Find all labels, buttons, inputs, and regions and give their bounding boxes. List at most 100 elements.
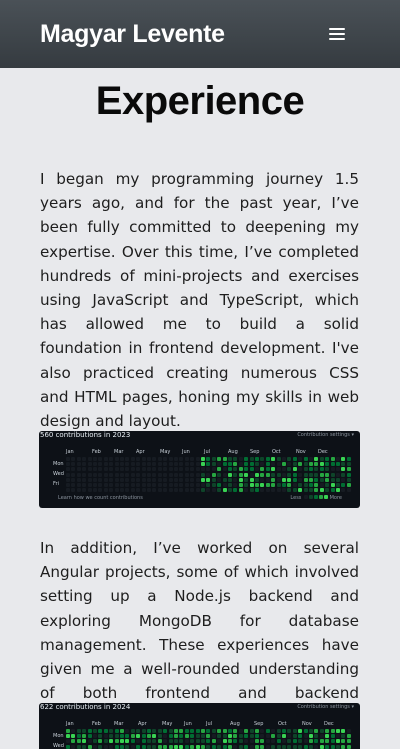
contribution-cell[interactable]	[184, 488, 189, 493]
contribution-cell[interactable]	[206, 467, 211, 472]
contribution-cell[interactable]	[168, 744, 173, 749]
contribution-cell[interactable]	[152, 462, 157, 467]
contribution-cell[interactable]	[201, 734, 205, 739]
contribution-cell[interactable]	[217, 744, 222, 749]
contribution-cell[interactable]	[98, 477, 103, 482]
contribution-cell[interactable]	[314, 744, 319, 749]
contribution-cell[interactable]	[303, 744, 308, 749]
contribution-cell[interactable]	[228, 483, 232, 487]
contribution-cell[interactable]	[174, 467, 178, 472]
contribution-cell[interactable]	[184, 734, 189, 739]
contribution-cell[interactable]	[287, 477, 292, 482]
contribution-cell[interactable]	[265, 462, 270, 467]
contribution-cell[interactable]	[228, 467, 232, 472]
contribution-cell[interactable]	[233, 483, 238, 487]
contribution-cell[interactable]	[260, 739, 265, 744]
contribution-cell[interactable]	[147, 467, 151, 472]
contribution-cell[interactable]	[179, 462, 184, 467]
contribution-cell[interactable]	[190, 739, 195, 744]
contribution-cell[interactable]	[282, 467, 286, 472]
contribution-cell[interactable]	[168, 457, 173, 461]
contribution-cell[interactable]	[190, 729, 195, 733]
contribution-cell[interactable]	[195, 729, 200, 733]
contribution-cell[interactable]	[282, 729, 286, 733]
contribution-cell[interactable]	[319, 472, 324, 477]
contribution-cell[interactable]	[217, 472, 222, 477]
contribution-cell[interactable]	[238, 462, 243, 467]
contribution-cell[interactable]	[309, 483, 313, 487]
contribution-cell[interactable]	[136, 467, 141, 472]
contribution-cell[interactable]	[141, 483, 146, 487]
contribution-cell[interactable]	[206, 483, 211, 487]
contribution-cell[interactable]	[157, 472, 162, 477]
contribution-cell[interactable]	[265, 472, 270, 477]
contribution-cell[interactable]	[103, 744, 108, 749]
contribution-cell[interactable]	[103, 467, 108, 472]
contribution-cell[interactable]	[120, 477, 124, 482]
contribution-cell[interactable]	[103, 729, 108, 733]
contribution-cell[interactable]	[152, 744, 157, 749]
contribution-cell[interactable]	[330, 467, 335, 472]
contribution-cell[interactable]	[341, 729, 346, 733]
contribution-cell[interactable]	[314, 477, 319, 482]
contribution-cell[interactable]	[174, 734, 178, 739]
contribution-cell[interactable]	[325, 462, 330, 467]
contribution-cell[interactable]	[249, 488, 254, 493]
contribution-cell[interactable]	[76, 734, 81, 739]
contribution-cell[interactable]	[206, 472, 211, 477]
contribution-cell[interactable]	[87, 467, 92, 472]
contribution-cell[interactable]	[260, 488, 265, 493]
contribution-cell[interactable]	[238, 739, 243, 744]
contribution-cell[interactable]	[190, 472, 195, 477]
contribution-cell[interactable]	[87, 483, 92, 487]
contribution-cell[interactable]	[244, 744, 249, 749]
contribution-cell[interactable]	[109, 488, 114, 493]
contribution-cell[interactable]	[109, 472, 114, 477]
contribution-cell[interactable]	[141, 739, 146, 744]
contribution-cell[interactable]	[222, 477, 227, 482]
contribution-cell[interactable]	[217, 467, 222, 472]
contribution-cell[interactable]	[211, 483, 216, 487]
contribution-cell[interactable]	[298, 734, 303, 739]
learn-how-link[interactable]: Learn how we count contributions	[58, 495, 143, 501]
contribution-cell[interactable]	[82, 488, 87, 493]
contribution-cell[interactable]	[195, 467, 200, 472]
contribution-cell[interactable]	[298, 483, 303, 487]
contribution-cell[interactable]	[82, 734, 87, 739]
contribution-cell[interactable]	[195, 457, 200, 461]
contribution-cell[interactable]	[184, 744, 189, 749]
contribution-cell[interactable]	[114, 729, 119, 733]
contribution-cell[interactable]	[120, 734, 124, 739]
contribution-cell[interactable]	[152, 729, 157, 733]
contribution-cell[interactable]	[336, 462, 340, 467]
contribution-cell[interactable]	[287, 457, 292, 461]
contribution-cell[interactable]	[184, 457, 189, 461]
contribution-cell[interactable]	[346, 488, 351, 493]
contribution-cell[interactable]	[319, 483, 324, 487]
contribution-cell[interactable]	[265, 483, 270, 487]
contribution-cell[interactable]	[255, 472, 259, 477]
contribution-cell[interactable]	[190, 734, 195, 739]
contribution-cell[interactable]	[211, 734, 216, 739]
contribution-cell[interactable]	[346, 477, 351, 482]
contribution-cell[interactable]	[222, 744, 227, 749]
contribution-cell[interactable]	[292, 477, 297, 482]
contribution-cell[interactable]	[93, 467, 97, 472]
contribution-cell[interactable]	[276, 457, 281, 461]
contribution-cell[interactable]	[255, 734, 259, 739]
contribution-cell[interactable]	[206, 729, 211, 733]
contribution-cell[interactable]	[168, 477, 173, 482]
contribution-cell[interactable]	[114, 457, 119, 461]
contribution-cell[interactable]	[276, 739, 281, 744]
contribution-cell[interactable]	[319, 744, 324, 749]
contribution-cell[interactable]	[228, 462, 232, 467]
contribution-cell[interactable]	[190, 462, 195, 467]
contribution-cell[interactable]	[147, 477, 151, 482]
contribution-cell[interactable]	[136, 472, 141, 477]
contribution-cell[interactable]	[325, 457, 330, 461]
contribution-cell[interactable]	[282, 472, 286, 477]
contribution-cell[interactable]	[292, 739, 297, 744]
contribution-cell[interactable]	[98, 734, 103, 739]
contribution-cell[interactable]	[103, 734, 108, 739]
contribution-cell[interactable]	[93, 734, 97, 739]
